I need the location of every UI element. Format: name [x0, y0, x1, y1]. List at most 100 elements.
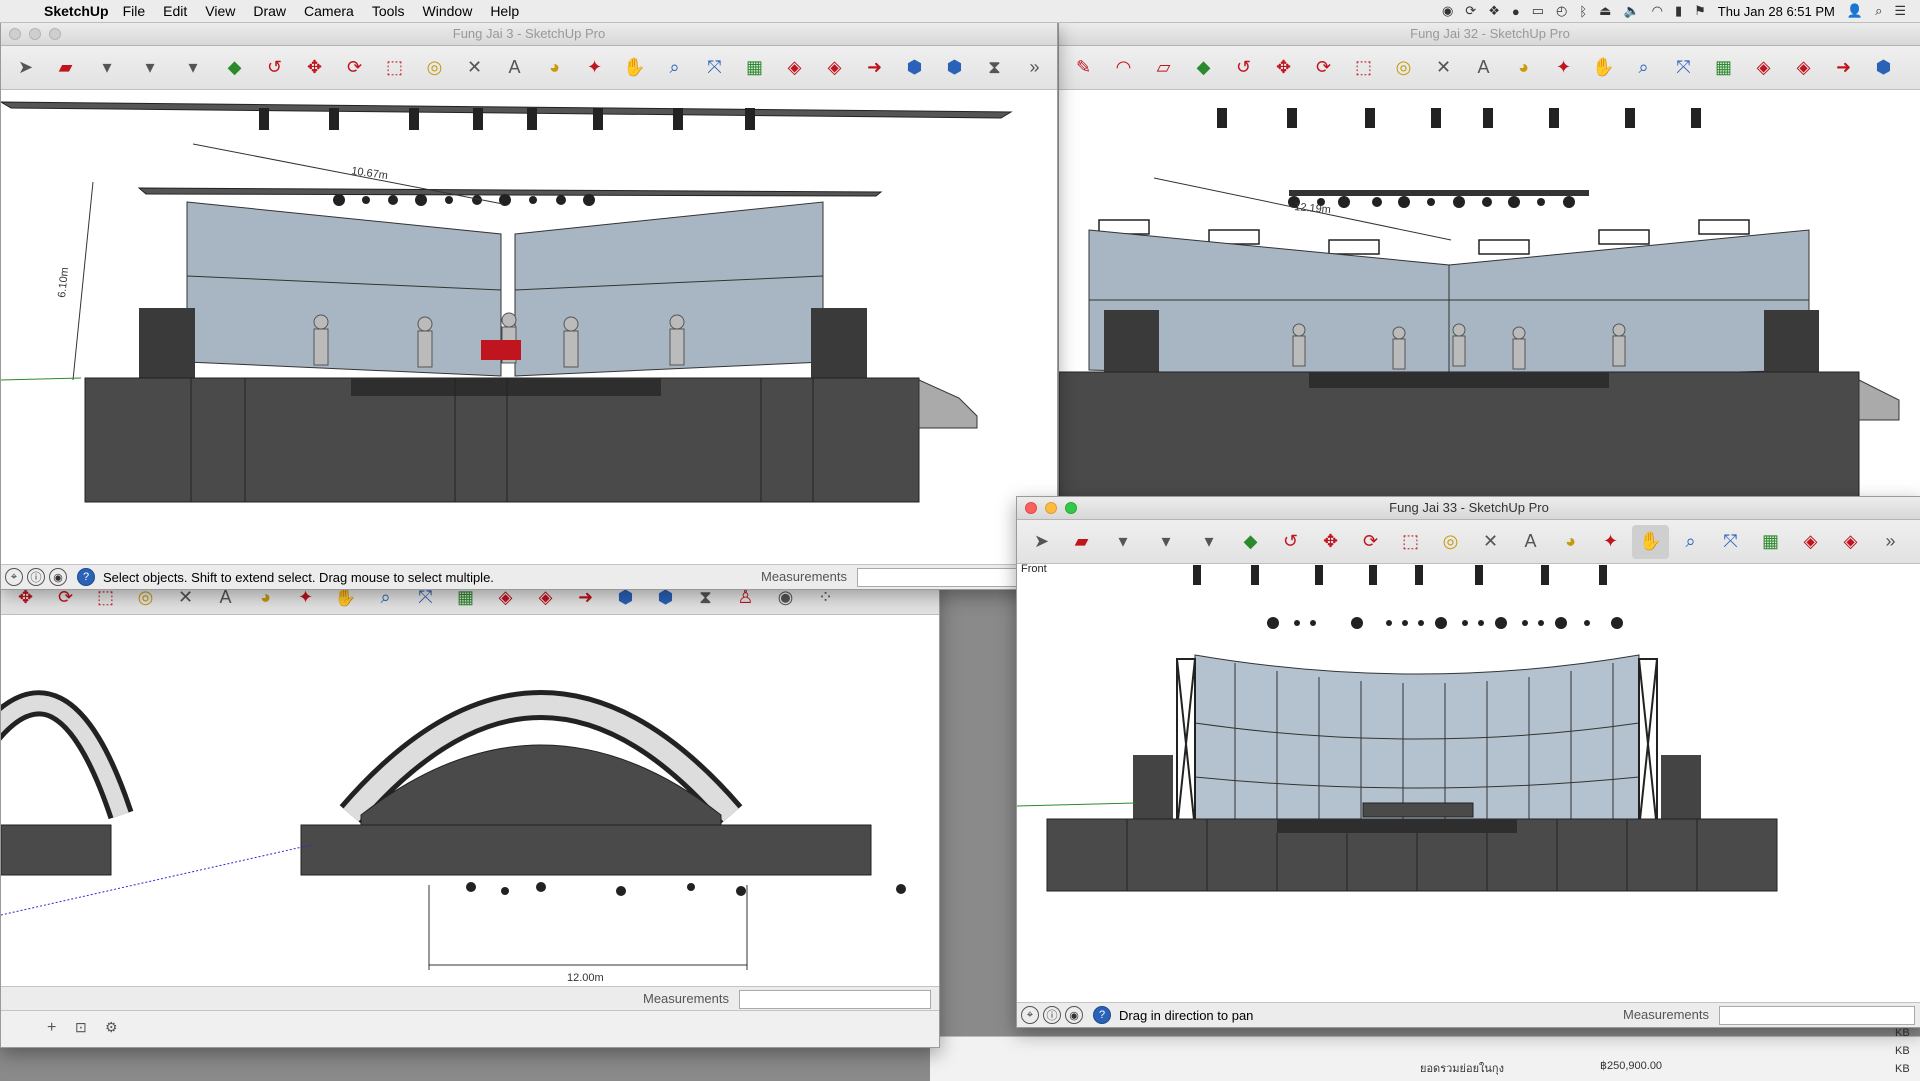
- model-viewport[interactable]: 10.67m 6.10m: [1, 90, 1057, 565]
- orbit-icon[interactable]: ✦: [1545, 51, 1582, 85]
- follow-me-icon[interactable]: ↺: [1225, 51, 1262, 85]
- select-icon[interactable]: ➤: [7, 51, 44, 85]
- scale-icon[interactable]: ⬚: [1345, 51, 1382, 85]
- eject-icon[interactable]: ⏏: [1599, 3, 1611, 19]
- dropdown-icon[interactable]: ▾: [1146, 525, 1186, 559]
- warehouse-icon[interactable]: ◈: [1745, 51, 1782, 85]
- line-icon[interactable]: ◉: [1442, 3, 1453, 19]
- user-icon[interactable]: 👤: [1847, 3, 1863, 19]
- warehouse-icon[interactable]: ◈: [776, 51, 813, 85]
- push-pull-icon[interactable]: ◆: [1232, 525, 1269, 559]
- tape-measure-icon[interactable]: ◎: [1385, 51, 1422, 85]
- zoom-extents-icon[interactable]: ⤧: [1665, 51, 1702, 85]
- user-icon[interactable]: ◉: [1065, 1006, 1083, 1024]
- dropdown-icon[interactable]: ▾: [87, 51, 127, 85]
- text-icon[interactable]: A: [1465, 51, 1502, 85]
- help-icon[interactable]: ?: [1093, 1006, 1111, 1024]
- eraser-icon[interactable]: ▰: [47, 51, 84, 85]
- menu-window[interactable]: Window: [423, 3, 473, 19]
- geolocation-icon[interactable]: ⌖: [5, 568, 23, 586]
- rotate-icon[interactable]: ⟳: [1352, 525, 1389, 559]
- dropdown-icon[interactable]: ▾: [173, 51, 213, 85]
- move-icon[interactable]: ✥: [1265, 51, 1302, 85]
- user-icon[interactable]: ◉: [49, 568, 67, 586]
- dimension-icon[interactable]: ✕: [1425, 51, 1462, 85]
- app-menu[interactable]: SketchUp: [44, 3, 109, 19]
- zoom-button[interactable]: [49, 28, 61, 40]
- add-icon[interactable]: +: [47, 1019, 56, 1037]
- display-icon[interactable]: ▭: [1532, 3, 1544, 19]
- close-button[interactable]: [9, 28, 21, 40]
- dropbox-icon[interactable]: ❖: [1488, 3, 1500, 19]
- warehouse-icon[interactable]: ◈: [1792, 525, 1829, 559]
- geolocation-icon[interactable]: ⌖: [1021, 1006, 1039, 1024]
- dimension-icon[interactable]: ✕: [1472, 525, 1509, 559]
- move-icon[interactable]: ✥: [296, 51, 333, 85]
- menu-file[interactable]: File: [123, 3, 146, 19]
- dropdown-icon[interactable]: ▾: [130, 51, 170, 85]
- credits-icon[interactable]: ⓘ: [1043, 1006, 1061, 1024]
- help-icon[interactable]: ?: [77, 568, 95, 586]
- pan-icon[interactable]: ✋: [1585, 51, 1622, 85]
- push-pull-icon[interactable]: ◆: [216, 51, 253, 85]
- export-icon[interactable]: ➜: [1825, 51, 1862, 85]
- collapse-icon[interactable]: ⊡: [75, 1019, 87, 1036]
- more-tools-icon[interactable]: »: [1872, 525, 1909, 559]
- bluetooth-icon[interactable]: ᛒ: [1579, 4, 1587, 19]
- tape-measure-icon[interactable]: ◎: [1432, 525, 1469, 559]
- pan-icon[interactable]: ✋: [1632, 524, 1669, 559]
- scale-icon[interactable]: ⬚: [376, 51, 413, 85]
- paint-bucket-icon[interactable]: ◕: [536, 51, 573, 85]
- gear-icon[interactable]: ⚙: [105, 1019, 118, 1036]
- zoom-button[interactable]: [1065, 502, 1077, 514]
- measurements-input[interactable]: [739, 990, 931, 1009]
- tape-measure-icon[interactable]: ◎: [416, 51, 453, 85]
- window-title-bar[interactable]: Fung Jai 33 - SketchUp Pro: [1017, 497, 1920, 520]
- wifi-icon[interactable]: ◠: [1652, 3, 1663, 19]
- window-title-bar[interactable]: Fung Jai 3 - SketchUp Pro: [1, 23, 1057, 46]
- minimize-button[interactable]: [29, 28, 41, 40]
- spotlight-icon[interactable]: ⌕: [1875, 3, 1882, 19]
- dropdown-icon[interactable]: ▾: [1103, 525, 1143, 559]
- clock[interactable]: Thu Jan 28 6:51 PM: [1718, 4, 1835, 19]
- text-icon[interactable]: A: [496, 51, 533, 85]
- dropdown-icon[interactable]: ▾: [1189, 525, 1229, 559]
- menu-view[interactable]: View: [205, 3, 235, 19]
- map-icon[interactable]: ▦: [736, 51, 773, 85]
- push-pull-icon[interactable]: ◆: [1185, 51, 1222, 85]
- dimension-icon[interactable]: ✕: [456, 51, 493, 85]
- orbit-icon[interactable]: ✦: [576, 51, 613, 85]
- zoom-icon[interactable]: ⌕: [656, 51, 693, 85]
- share-icon[interactable]: ◈: [816, 51, 853, 85]
- arc-icon[interactable]: ◠: [1105, 51, 1142, 85]
- rotate-icon[interactable]: ⟳: [1305, 51, 1342, 85]
- chrome-icon[interactable]: ●: [1512, 4, 1520, 19]
- follow-me-icon[interactable]: ↺: [256, 51, 293, 85]
- pencil-icon[interactable]: ✎: [1065, 51, 1102, 85]
- model-viewport[interactable]: 12.00m: [1, 615, 939, 1011]
- zoom-icon[interactable]: ⌕: [1625, 51, 1662, 85]
- menu-tools[interactable]: Tools: [372, 3, 405, 19]
- menu-draw[interactable]: Draw: [253, 3, 286, 19]
- extension-icon[interactable]: ⬢: [936, 51, 973, 85]
- pan-icon[interactable]: ✋: [616, 51, 653, 85]
- move-icon[interactable]: ✥: [1312, 525, 1349, 559]
- section-icon[interactable]: ⧗: [976, 51, 1013, 85]
- measurements-input[interactable]: [1719, 1006, 1915, 1025]
- timemachine-icon[interactable]: ◴: [1556, 3, 1567, 19]
- map-icon[interactable]: ▦: [1752, 525, 1789, 559]
- model-viewport[interactable]: [1017, 563, 1920, 1003]
- notification-icon[interactable]: ☰: [1894, 3, 1906, 19]
- flag-icon[interactable]: ⚑: [1694, 3, 1706, 19]
- zoom-extents-icon[interactable]: ⤧: [696, 51, 733, 85]
- map-icon[interactable]: ▦: [1705, 51, 1742, 85]
- credits-icon[interactable]: ⓘ: [27, 568, 45, 586]
- paint-bucket-icon[interactable]: ◕: [1505, 51, 1542, 85]
- minimize-button[interactable]: [1045, 502, 1057, 514]
- export-icon[interactable]: ➜: [856, 51, 893, 85]
- orbit-icon[interactable]: ✦: [1592, 525, 1629, 559]
- menu-help[interactable]: Help: [490, 3, 519, 19]
- battery-icon[interactable]: ▮: [1675, 3, 1682, 19]
- menu-camera[interactable]: Camera: [304, 3, 354, 19]
- share-icon[interactable]: ◈: [1832, 525, 1869, 559]
